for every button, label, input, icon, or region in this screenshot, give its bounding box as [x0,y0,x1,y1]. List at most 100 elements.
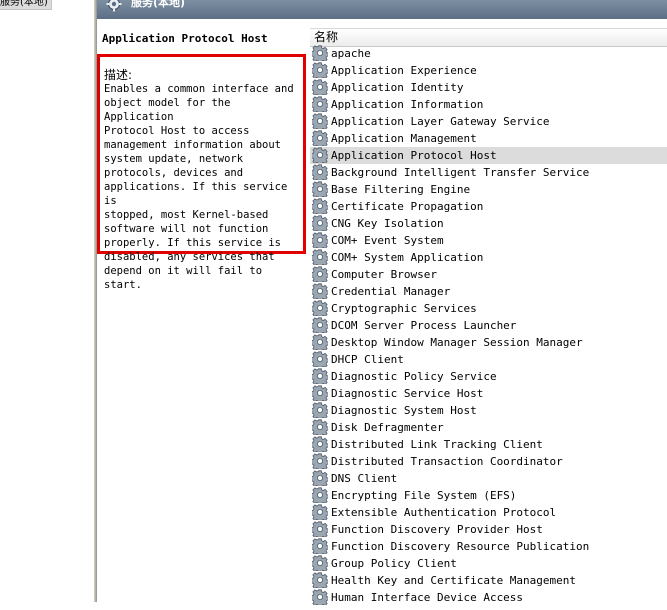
header-title: 服务(本地) [131,0,186,9]
service-row[interactable]: Background Intelligent Transfer Service [310,164,667,183]
service-row[interactable]: Function Discovery Provider Host [310,521,667,540]
service-row[interactable]: Distributed Transaction Coordinator [310,453,667,472]
service-gear-icon [310,232,330,251]
service-gear-icon [310,538,330,557]
service-row[interactable]: Diagnostic System Host [310,402,667,421]
service-row[interactable]: Application Information [310,96,667,115]
service-row[interactable]: Encrypting File System (EFS) [310,487,667,506]
service-name: COM+ System Application [331,251,484,264]
service-gear-icon [310,96,330,115]
service-row[interactable]: Group Policy Client [310,555,667,574]
service-gear-icon [310,79,330,98]
service-name: Application Identity [331,81,464,94]
service-row[interactable]: DHCP Client [310,351,667,370]
service-name: Diagnostic Policy Service [331,370,497,383]
service-gear-icon [310,62,330,81]
service-gear-icon [310,181,330,200]
service-gear-icon [310,453,330,472]
service-row[interactable]: Certificate Propagation [310,198,667,217]
service-name: Application Experience [331,64,477,77]
service-row[interactable]: Credential Manager [310,283,667,302]
console-tree-pane: 服务(本地) [0,0,94,602]
service-gear-icon [310,334,330,353]
service-row[interactable]: Application Management [310,130,667,149]
service-name: Disk Defragmenter [331,421,444,434]
tree-node-services-local[interactable]: 服务(本地) [0,0,52,10]
service-gear-icon [310,300,330,319]
service-row[interactable]: Application Identity [310,79,667,98]
service-row[interactable]: Diagnostic Policy Service [310,368,667,387]
service-gear-icon [310,402,330,421]
description-text: Enables a common interface and object mo… [104,83,294,291]
service-name: Group Policy Client [331,557,457,570]
description-highlight-box: 描述: Enables a common interface and objec… [97,54,306,291]
service-name: Application Layer Gateway Service [331,115,550,128]
service-row[interactable]: Application Experience [310,62,667,81]
service-row[interactable]: apache [310,45,667,64]
service-gear-icon [310,164,330,183]
service-name: Application Management [331,132,477,145]
service-row[interactable]: Application Protocol Host [310,147,667,166]
selected-service-title: Application Protocol Host [102,32,268,45]
service-gear-icon [310,113,330,132]
service-name: Function Discovery Resource Publication [331,540,590,553]
service-row[interactable]: Base Filtering Engine [310,181,667,200]
service-name: COM+ Event System [331,234,444,247]
service-row[interactable]: Diagnostic Service Host [310,385,667,404]
service-row[interactable]: DCOM Server Process Launcher [310,317,667,336]
service-gear-icon [310,555,330,574]
service-gear-icon [310,470,330,489]
service-name: apache [331,47,371,60]
services-list-pane: 名称 apache Application Experience Applicati… [310,19,667,608]
service-gear-icon [310,419,330,438]
service-row[interactable]: COM+ Event System [310,232,667,251]
service-name: Distributed Transaction Coordinator [331,455,563,468]
service-row[interactable]: Desktop Window Manager Session Manager [310,334,667,353]
service-gear-icon [310,521,330,540]
service-row[interactable]: COM+ System Application [310,249,667,268]
service-gear-icon [310,385,330,404]
service-name: DNS Client [331,472,398,485]
service-gear-icon [310,572,330,591]
description-pane: Application Protocol Host 描述: Enables a … [97,19,308,602]
service-row[interactable]: Extensible Authentication Protocol [310,504,667,523]
service-gear-icon [310,351,330,370]
service-row[interactable]: CNG Key Isolation [310,215,667,234]
service-name: Human Interface Device Access [331,591,524,604]
service-gear-icon [310,266,330,285]
service-row[interactable]: Human Interface Device Access [310,589,667,608]
service-row[interactable]: Application Layer Gateway Service [310,113,667,132]
service-name: Cryptographic Services [331,302,477,315]
service-gear-icon [310,436,330,455]
service-name: Background Intelligent Transfer Service [331,166,590,179]
service-gear-icon [310,198,330,217]
service-gear-icon [310,589,330,608]
service-row[interactable]: Health Key and Certificate Management [310,572,667,591]
service-gear-icon [310,317,330,336]
service-gear-icon [310,283,330,302]
service-name: Application Protocol Host [331,149,497,162]
service-name: Function Discovery Provider Host [331,523,543,536]
service-name: Computer Browser [331,268,437,281]
service-name: Encrypting File System (EFS) [331,489,517,502]
services-header-bar: 服务(本地) [97,0,667,19]
service-gear-icon [310,215,330,234]
service-row[interactable]: Disk Defragmenter [310,419,667,438]
service-name: CNG Key Isolation [331,217,444,230]
column-header-label: 名称 [314,30,339,44]
services-list: apache Application Experience Application … [310,45,667,608]
service-name: Health Key and Certificate Management [331,574,577,587]
service-row[interactable]: Distributed Link Tracking Client [310,436,667,455]
service-gear-icon [310,130,330,149]
service-name: DHCP Client [331,353,404,366]
gear-icon [106,0,122,12]
service-row[interactable]: Computer Browser [310,266,667,285]
description-label: 描述: [104,68,133,82]
service-name: Diagnostic System Host [331,404,477,417]
service-row[interactable]: Function Discovery Resource Publication [310,538,667,557]
service-row[interactable]: Cryptographic Services [310,300,667,319]
service-gear-icon [310,147,330,166]
service-row[interactable]: DNS Client [310,470,667,489]
service-name: Distributed Link Tracking Client [331,438,543,451]
service-name: Desktop Window Manager Session Manager [331,336,583,349]
